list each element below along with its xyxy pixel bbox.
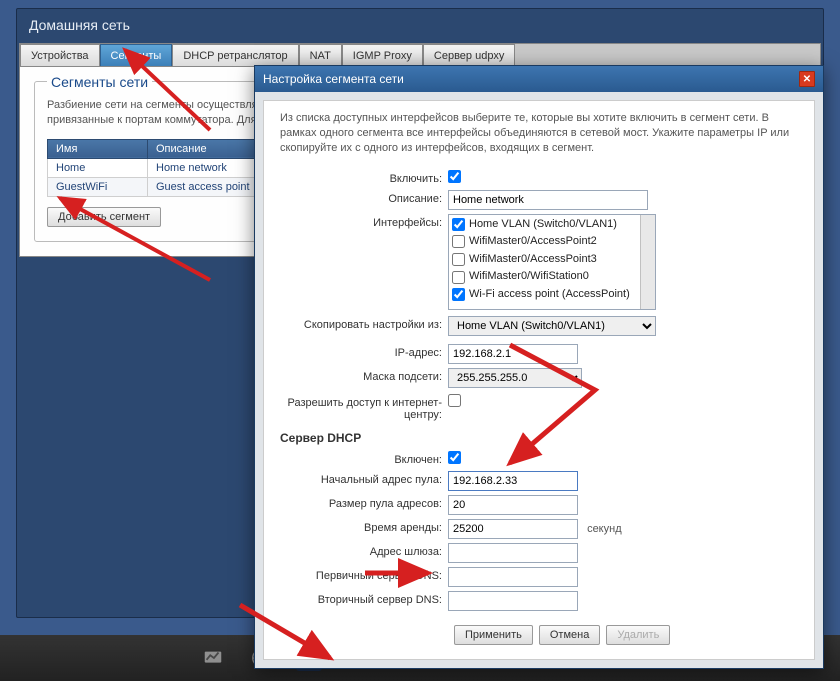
monitor-icon[interactable] <box>200 645 226 671</box>
gateway-input[interactable] <box>448 543 578 563</box>
tabstrip: Устройства Сегменты DHCP ретранслятор NA… <box>19 43 821 67</box>
tab-dhcp-relay[interactable]: DHCP ретранслятор <box>172 44 298 66</box>
pool-start-input[interactable] <box>448 471 578 491</box>
label-copy-from: Скопировать настройки из: <box>280 316 448 331</box>
tab-devices[interactable]: Устройства <box>20 44 100 66</box>
scrollbar[interactable] <box>640 215 655 309</box>
dialog-title: Настройка сегмента сети <box>263 72 404 86</box>
list-item[interactable]: WifiMaster0/AccessPoint3 <box>452 251 652 269</box>
tab-segments[interactable]: Сегменты <box>100 44 173 66</box>
label-enable: Включить: <box>280 170 448 185</box>
pool-size-input[interactable] <box>448 495 578 515</box>
tab-igmp[interactable]: IGMP Proxy <box>342 44 423 66</box>
dns2-input[interactable] <box>448 591 578 611</box>
label-gateway: Адрес шлюза: <box>280 543 448 558</box>
add-segment-button[interactable]: Добавить сегмент <box>47 207 161 227</box>
interfaces-listbox[interactable]: Home VLAN (Switch0/VLAN1) WifiMaster0/Ac… <box>448 214 656 310</box>
label-dns2: Вторичный сервер DNS: <box>280 591 448 606</box>
cancel-button[interactable]: Отмена <box>539 625 600 645</box>
label-lease: Время аренды: <box>280 519 448 534</box>
dialog-intro: Из списка доступных интерфейсов выберите… <box>280 111 798 156</box>
label-description: Описание: <box>280 190 448 205</box>
list-item[interactable]: WifiMaster0/WifiStation0 <box>452 268 652 286</box>
mask-select[interactable]: 255.255.255.0 <box>448 368 582 388</box>
label-pool-start: Начальный адрес пула: <box>280 471 448 486</box>
apply-button[interactable]: Применить <box>454 625 533 645</box>
dns1-input[interactable] <box>448 567 578 587</box>
label-allow-access: Разрешить доступ к интернет-центру: <box>280 394 448 421</box>
dhcp-on-checkbox[interactable] <box>448 451 461 464</box>
label-pool-size: Размер пула адресов: <box>280 495 448 510</box>
tab-nat[interactable]: NAT <box>299 44 342 66</box>
fieldset-legend: Сегменты сети <box>47 74 152 90</box>
list-item[interactable]: Home VLAN (Switch0/VLAN1) <box>452 216 652 234</box>
dialog-buttons: Применить Отмена Удалить <box>454 625 798 645</box>
enable-checkbox[interactable] <box>448 170 461 183</box>
label-dns1: Первичный сервер DNS: <box>280 567 448 582</box>
label-interfaces: Интерфейсы: <box>280 214 448 229</box>
ip-input[interactable] <box>448 344 578 364</box>
dhcp-section-header: Сервер DHCP <box>280 431 798 445</box>
close-icon[interactable]: ✕ <box>799 71 815 87</box>
tab-udpxy[interactable]: Сервер udpxy <box>423 44 516 66</box>
lease-input[interactable] <box>448 519 578 539</box>
description-input[interactable] <box>448 190 648 210</box>
dialog-body: Из списка доступных интерфейсов выберите… <box>263 100 815 660</box>
delete-button: Удалить <box>606 625 670 645</box>
col-name[interactable]: Имя <box>48 139 148 158</box>
segment-settings-dialog: Настройка сегмента сети ✕ Из списка дост… <box>254 65 824 669</box>
label-dhcp-on: Включен: <box>280 451 448 466</box>
list-item[interactable]: Wi-Fi access point (AccessPoint) <box>452 286 652 304</box>
label-ip: IP-адрес: <box>280 344 448 359</box>
copy-from-select[interactable]: Home VLAN (Switch0/VLAN1) <box>448 316 656 336</box>
label-mask: Маска подсети: <box>280 368 448 383</box>
dialog-titlebar[interactable]: Настройка сегмента сети ✕ <box>255 66 823 92</box>
lease-unit: секунд <box>587 523 622 535</box>
list-item[interactable]: WifiMaster0/AccessPoint2 <box>452 233 652 251</box>
page-title: Домашняя сеть <box>17 9 823 43</box>
allow-access-checkbox[interactable] <box>448 394 461 407</box>
